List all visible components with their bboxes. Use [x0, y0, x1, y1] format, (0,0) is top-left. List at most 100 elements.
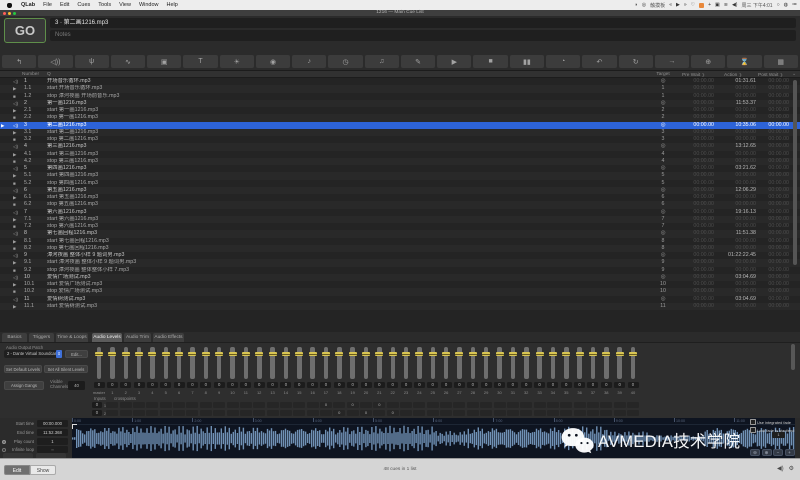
fader-handle-23[interactable]: [402, 352, 410, 356]
workspace-settings-icon[interactable]: ⚙: [789, 465, 794, 472]
fader-value-16[interactable]: 0: [307, 382, 318, 388]
fader-value-35[interactable]: 0: [561, 382, 572, 388]
crosspoint-2-3[interactable]: [133, 410, 145, 416]
column-q[interactable]: Q: [47, 71, 51, 78]
cue-row-10.1[interactable]: ▶10.1start 爱情广场测试.mp31000:00.0000:00.000…: [0, 281, 800, 288]
fader-handle-25[interactable]: [429, 352, 437, 356]
cue-row-9.2[interactable]: ■9.2stop 漳河夜画 整体整体小样 7.mp3900:00.0000:00…: [0, 267, 800, 274]
crosspoint-1-12[interactable]: [253, 402, 265, 408]
fader-handle-14[interactable]: [282, 352, 290, 356]
crosspoint-2-10[interactable]: [227, 410, 239, 416]
control-center-icon[interactable]: ◍: [784, 2, 788, 8]
fader-handle-26[interactable]: [442, 352, 450, 356]
cue-row-11.1[interactable]: ▶11.1start 爱情树测试.mp31100:00.0000:00.0000…: [0, 303, 800, 310]
fader-handle-4[interactable]: [148, 352, 156, 356]
crosspoint-2-12[interactable]: [253, 410, 265, 416]
heart-icon[interactable]: ♡: [691, 2, 695, 8]
fader-value-20[interactable]: 0: [361, 382, 372, 388]
menu-tools[interactable]: Tools: [94, 2, 115, 8]
fader-handle-7[interactable]: [188, 352, 196, 356]
fader-value-37[interactable]: 0: [587, 382, 598, 388]
cue-row-7.1[interactable]: ▶7.1start 第六画1216.mp3700:00.0000:00.0000…: [0, 216, 800, 223]
visible-channels-value[interactable]: 40: [68, 381, 85, 390]
fader-handle-6[interactable]: [175, 352, 183, 356]
patch-stepper[interactable]: ⇕: [56, 350, 62, 358]
crosspoint-1-38[interactable]: [600, 402, 612, 408]
fader-value-40[interactable]: 0: [628, 382, 639, 388]
rewind-icon[interactable]: «: [669, 2, 672, 8]
list-icon[interactable]: ≔: [792, 2, 797, 8]
search-icon[interactable]: ○: [777, 2, 780, 8]
cue-row-2.1[interactable]: ▶2.1start 第一画1216.mp3200:00.0000:00.0000…: [0, 107, 800, 114]
apple-icon[interactable]: [7, 3, 12, 8]
inspector-scrollbar[interactable]: [791, 344, 795, 370]
crosspoint-2-36[interactable]: [574, 410, 586, 416]
cue-row-4.2[interactable]: ■4.2stop 第三画1216.mp3400:00.0000:00.0000:…: [0, 158, 800, 165]
crosspoint-1-35[interactable]: [560, 402, 572, 408]
cue-row-6[interactable]: ◁)6第五画1216.mp3◎00:00.0012:06.2900:00.00: [0, 187, 800, 194]
crosspoint-1-26[interactable]: [440, 402, 452, 408]
notes-field[interactable]: Notes: [50, 30, 796, 41]
crosspoint-2-21[interactable]: [373, 410, 385, 416]
crosspoint-2-9[interactable]: [213, 410, 225, 416]
cue-row-2.2[interactable]: ■2.2stop 第一画1216.mp3200:00.0000:00.0000:…: [0, 114, 800, 121]
arm-cue-icon[interactable]: ⊕: [691, 55, 725, 68]
text-cue-icon[interactable]: T: [183, 55, 217, 68]
crosspoint-1-19[interactable]: 0: [347, 402, 359, 408]
cue-row-2[interactable]: ◁)2第一画1216.mp3◎00:00.0011:53.3700:00.00: [0, 100, 800, 107]
crosspoint-2-30[interactable]: [494, 410, 506, 416]
tab-basics[interactable]: Basics: [2, 333, 27, 342]
dictation-icon[interactable]: ◎: [642, 2, 646, 8]
fader-value-23[interactable]: 0: [401, 382, 412, 388]
goto-cue-icon[interactable]: →: [655, 55, 689, 68]
fader-handle-21[interactable]: [375, 352, 383, 356]
fade-cue-icon[interactable]: ∿: [111, 55, 145, 68]
crosspoint-2-5[interactable]: [160, 410, 172, 416]
crosspoint-2-11[interactable]: [240, 410, 252, 416]
mic-cue-icon[interactable]: ψ: [75, 55, 109, 68]
fader-value-15[interactable]: 0: [294, 382, 305, 388]
fader-value-38[interactable]: 0: [601, 382, 612, 388]
play-count-field[interactable]: 1: [37, 438, 68, 445]
fader-handle-38[interactable]: [602, 352, 610, 356]
fader-value-master[interactable]: 0: [94, 382, 105, 388]
crosspoint-2-14[interactable]: [280, 410, 292, 416]
crosspoint-1-13[interactable]: [267, 402, 279, 408]
input-level-2[interactable]: 0: [92, 410, 102, 416]
cue-row-3.2[interactable]: ■3.2stop 第二画1216.mp3300:00.0000:00.0000:…: [0, 136, 800, 143]
crosspoint-1-17[interactable]: 0: [320, 402, 332, 408]
fader-handle-19[interactable]: [349, 352, 357, 356]
crosspoint-1-4[interactable]: [146, 402, 158, 408]
cue-row-3.1[interactable]: ▶3.1start 第二画1216.mp3300:00.0000:00.0000…: [0, 129, 800, 136]
fader-value-2[interactable]: 0: [120, 382, 131, 388]
fader-value-17[interactable]: 0: [320, 382, 331, 388]
video-cue-icon[interactable]: ▣: [147, 55, 181, 68]
crosspoint-1-34[interactable]: [547, 402, 559, 408]
menu-cues[interactable]: Cues: [73, 2, 94, 8]
crosspoint-2-29[interactable]: [480, 410, 492, 416]
crosspoint-2-32[interactable]: [520, 410, 532, 416]
menu-qlab[interactable]: QLab: [17, 2, 39, 8]
crosspoint-2-6[interactable]: [173, 410, 185, 416]
fader-handle-35[interactable]: [562, 352, 570, 356]
crosspoint-2-22[interactable]: 0: [387, 410, 399, 416]
audio-cue-icon[interactable]: ◁)): [38, 55, 72, 68]
crosspoint-1-10[interactable]: [227, 402, 239, 408]
fader-handle-24[interactable]: [415, 352, 423, 356]
clock-text[interactable]: 周三 下午4:01: [741, 2, 772, 9]
crosspoint-2-8[interactable]: [200, 410, 212, 416]
fader-value-3[interactable]: 0: [134, 382, 145, 388]
start-cue-icon[interactable]: ▶: [437, 55, 471, 68]
fader-handle-9[interactable]: [215, 352, 223, 356]
audio-patch-dropdown[interactable]: 2 - Dante Virtual Soundcard: [4, 350, 60, 358]
stop-cue-icon[interactable]: ■: [473, 55, 507, 68]
crosspoint-2-1[interactable]: [106, 410, 118, 416]
fader-handle-16[interactable]: [309, 352, 317, 356]
fader-value-33[interactable]: 0: [534, 382, 545, 388]
fader-value-31[interactable]: 0: [507, 382, 518, 388]
midi-cue-icon[interactable]: ◉: [256, 55, 290, 68]
fader-handle-10[interactable]: [229, 352, 237, 356]
play-icon[interactable]: ▶: [676, 2, 680, 8]
column-target[interactable]: Target: [648, 71, 678, 78]
fader-value-36[interactable]: 0: [574, 382, 585, 388]
